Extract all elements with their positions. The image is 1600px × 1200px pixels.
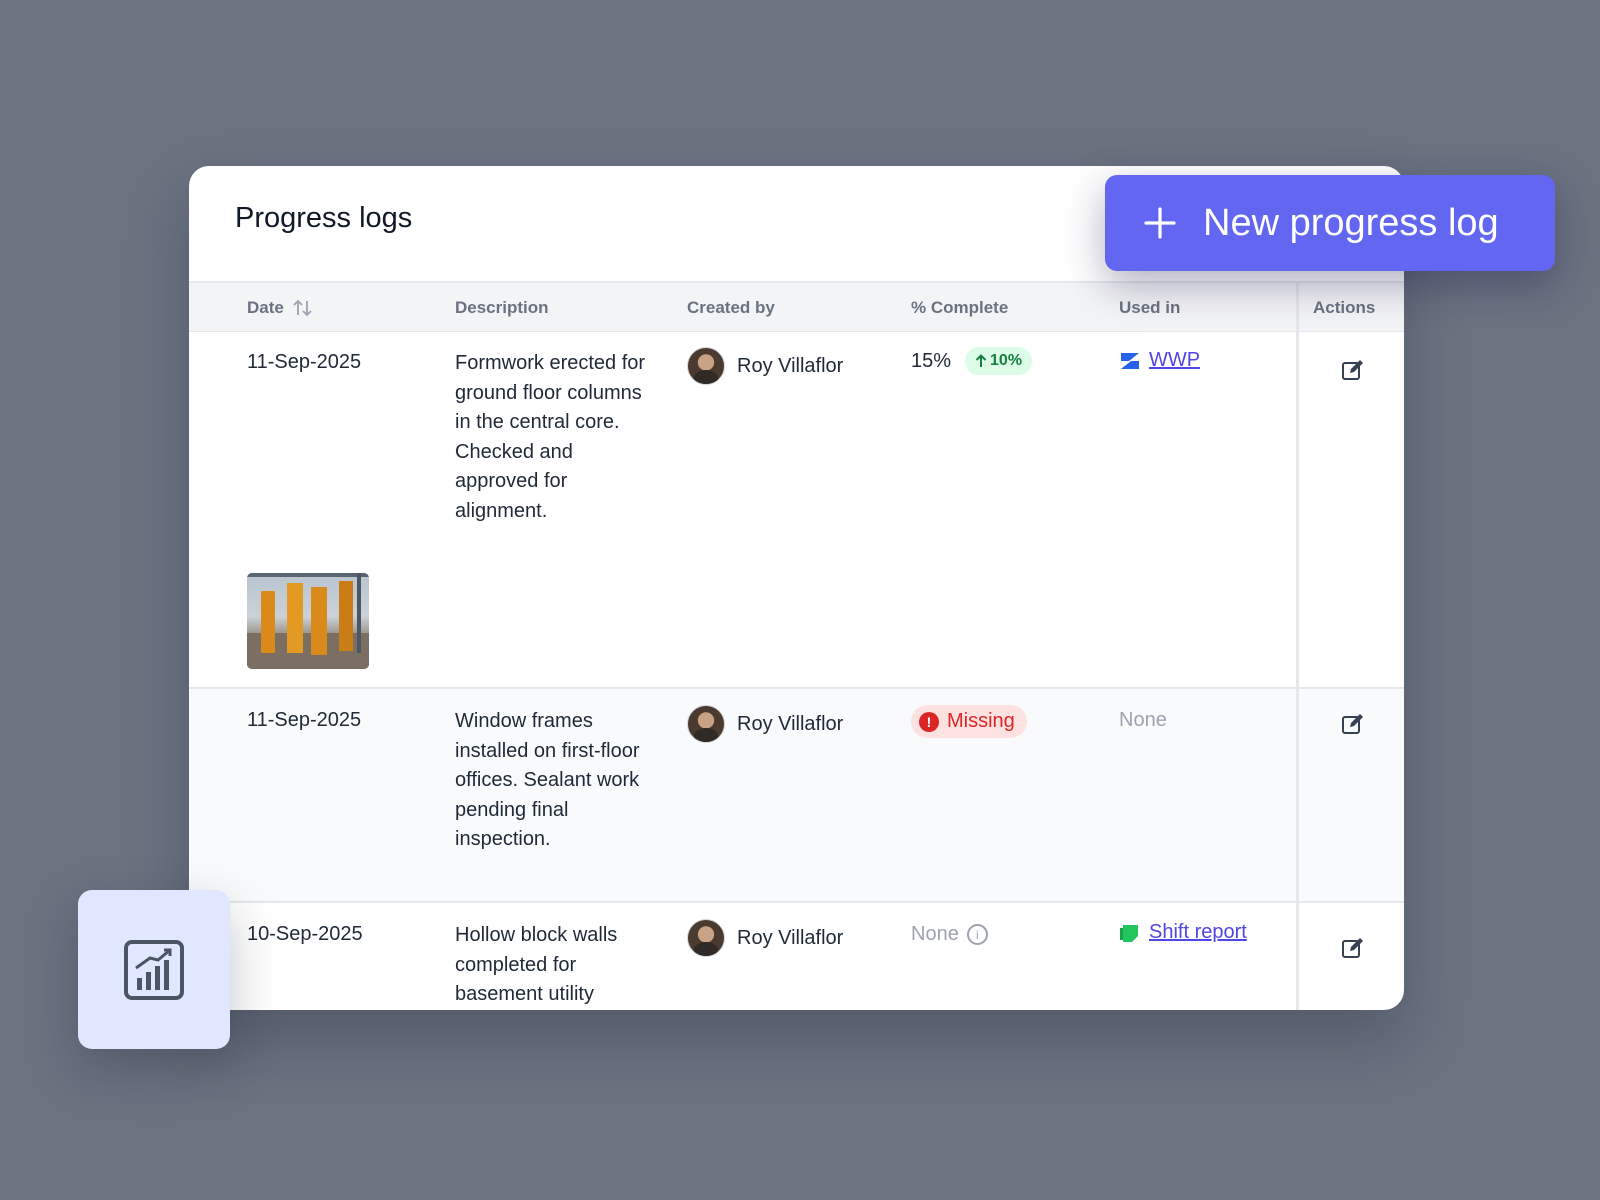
row-description: Hollow block walls completed for basemen…: [455, 924, 618, 1005]
info-icon[interactable]: i: [966, 924, 988, 945]
trend-value: 10%: [990, 352, 1023, 369]
creator-name: Roy Villaflor: [737, 712, 844, 735]
complete-value: 15%: [911, 349, 952, 372]
row-date: 11-Sep-2025: [247, 709, 362, 731]
construction-photo-image: [247, 573, 369, 669]
sort-icon[interactable]: [292, 298, 314, 318]
chart-icon: [124, 939, 184, 1000]
table-row[interactable]: 11-Sep-2025 Formwork erected for ground …: [189, 331, 1404, 689]
used-in-link[interactable]: Shift report: [1149, 921, 1247, 944]
chart-tile: [78, 890, 230, 1049]
avatar: [687, 705, 725, 743]
avatar: [687, 919, 725, 957]
row-created-by: Roy Villaflor: [687, 919, 843, 957]
row-created-by: Roy Villaflor: [687, 347, 843, 385]
creator-name: Roy Villaflor: [737, 354, 844, 377]
missing-label: Missing: [947, 710, 1015, 732]
progress-logs-table: Date Description Created by % Complete U…: [189, 281, 1404, 1010]
column-header-date[interactable]: Date: [247, 298, 314, 318]
column-header-created-by: Created by: [687, 298, 775, 317]
column-header-complete: % Complete: [911, 298, 1009, 317]
progress-photo[interactable]: [247, 573, 369, 669]
used-in-link[interactable]: WWP: [1149, 349, 1200, 372]
row-date: 11-Sep-2025: [247, 351, 362, 373]
alert-icon: !: [919, 711, 939, 732]
column-header-used-in: Used in: [1119, 298, 1181, 317]
table-row[interactable]: 11-Sep-2025 Window frames installed on f…: [189, 689, 1404, 903]
actions-column-divider: [1296, 281, 1299, 1010]
edit-icon[interactable]: [1340, 711, 1366, 737]
edit-icon[interactable]: [1340, 935, 1366, 961]
plus-icon: [1144, 207, 1176, 239]
column-header-date-label: Date: [247, 298, 284, 317]
table-row[interactable]: 10-Sep-2025 Hollow block walls completed…: [189, 903, 1404, 1010]
wwp-icon: [1121, 352, 1139, 369]
missing-badge: ! Missing: [911, 705, 1027, 738]
trend-up-icon: [975, 354, 987, 367]
card-title: Progress logs: [235, 202, 413, 234]
column-header-description: Description: [455, 298, 549, 317]
new-progress-log-button[interactable]: New progress log: [1105, 175, 1555, 271]
avatar: [687, 347, 725, 385]
row-used-in[interactable]: WWP: [1119, 349, 1200, 372]
row-used-in: None: [1119, 709, 1167, 731]
trend-badge: 10%: [965, 347, 1033, 375]
row-complete: ! Missing: [911, 705, 1027, 738]
new-progress-log-label: New progress log: [1203, 201, 1499, 244]
table-header: Date Description Created by % Complete U…: [189, 281, 1404, 332]
row-complete: None i: [911, 923, 988, 946]
complete-value: None: [911, 923, 959, 945]
row-complete: 15% 10%: [911, 347, 1033, 375]
row-description: Formwork erected for ground floor column…: [455, 352, 646, 522]
edit-icon[interactable]: [1340, 357, 1366, 383]
shift-report-icon: [1120, 924, 1138, 942]
progress-logs-card: Progress logs Date Description Created b…: [189, 166, 1404, 1010]
column-header-actions: Actions: [1313, 298, 1376, 317]
row-date: 10-Sep-2025: [247, 923, 363, 945]
row-used-in[interactable]: Shift report: [1119, 921, 1247, 944]
row-description: Window frames installed on first-floor o…: [455, 710, 640, 850]
creator-name: Roy Villaflor: [737, 926, 844, 949]
row-created-by: Roy Villaflor: [687, 705, 843, 743]
